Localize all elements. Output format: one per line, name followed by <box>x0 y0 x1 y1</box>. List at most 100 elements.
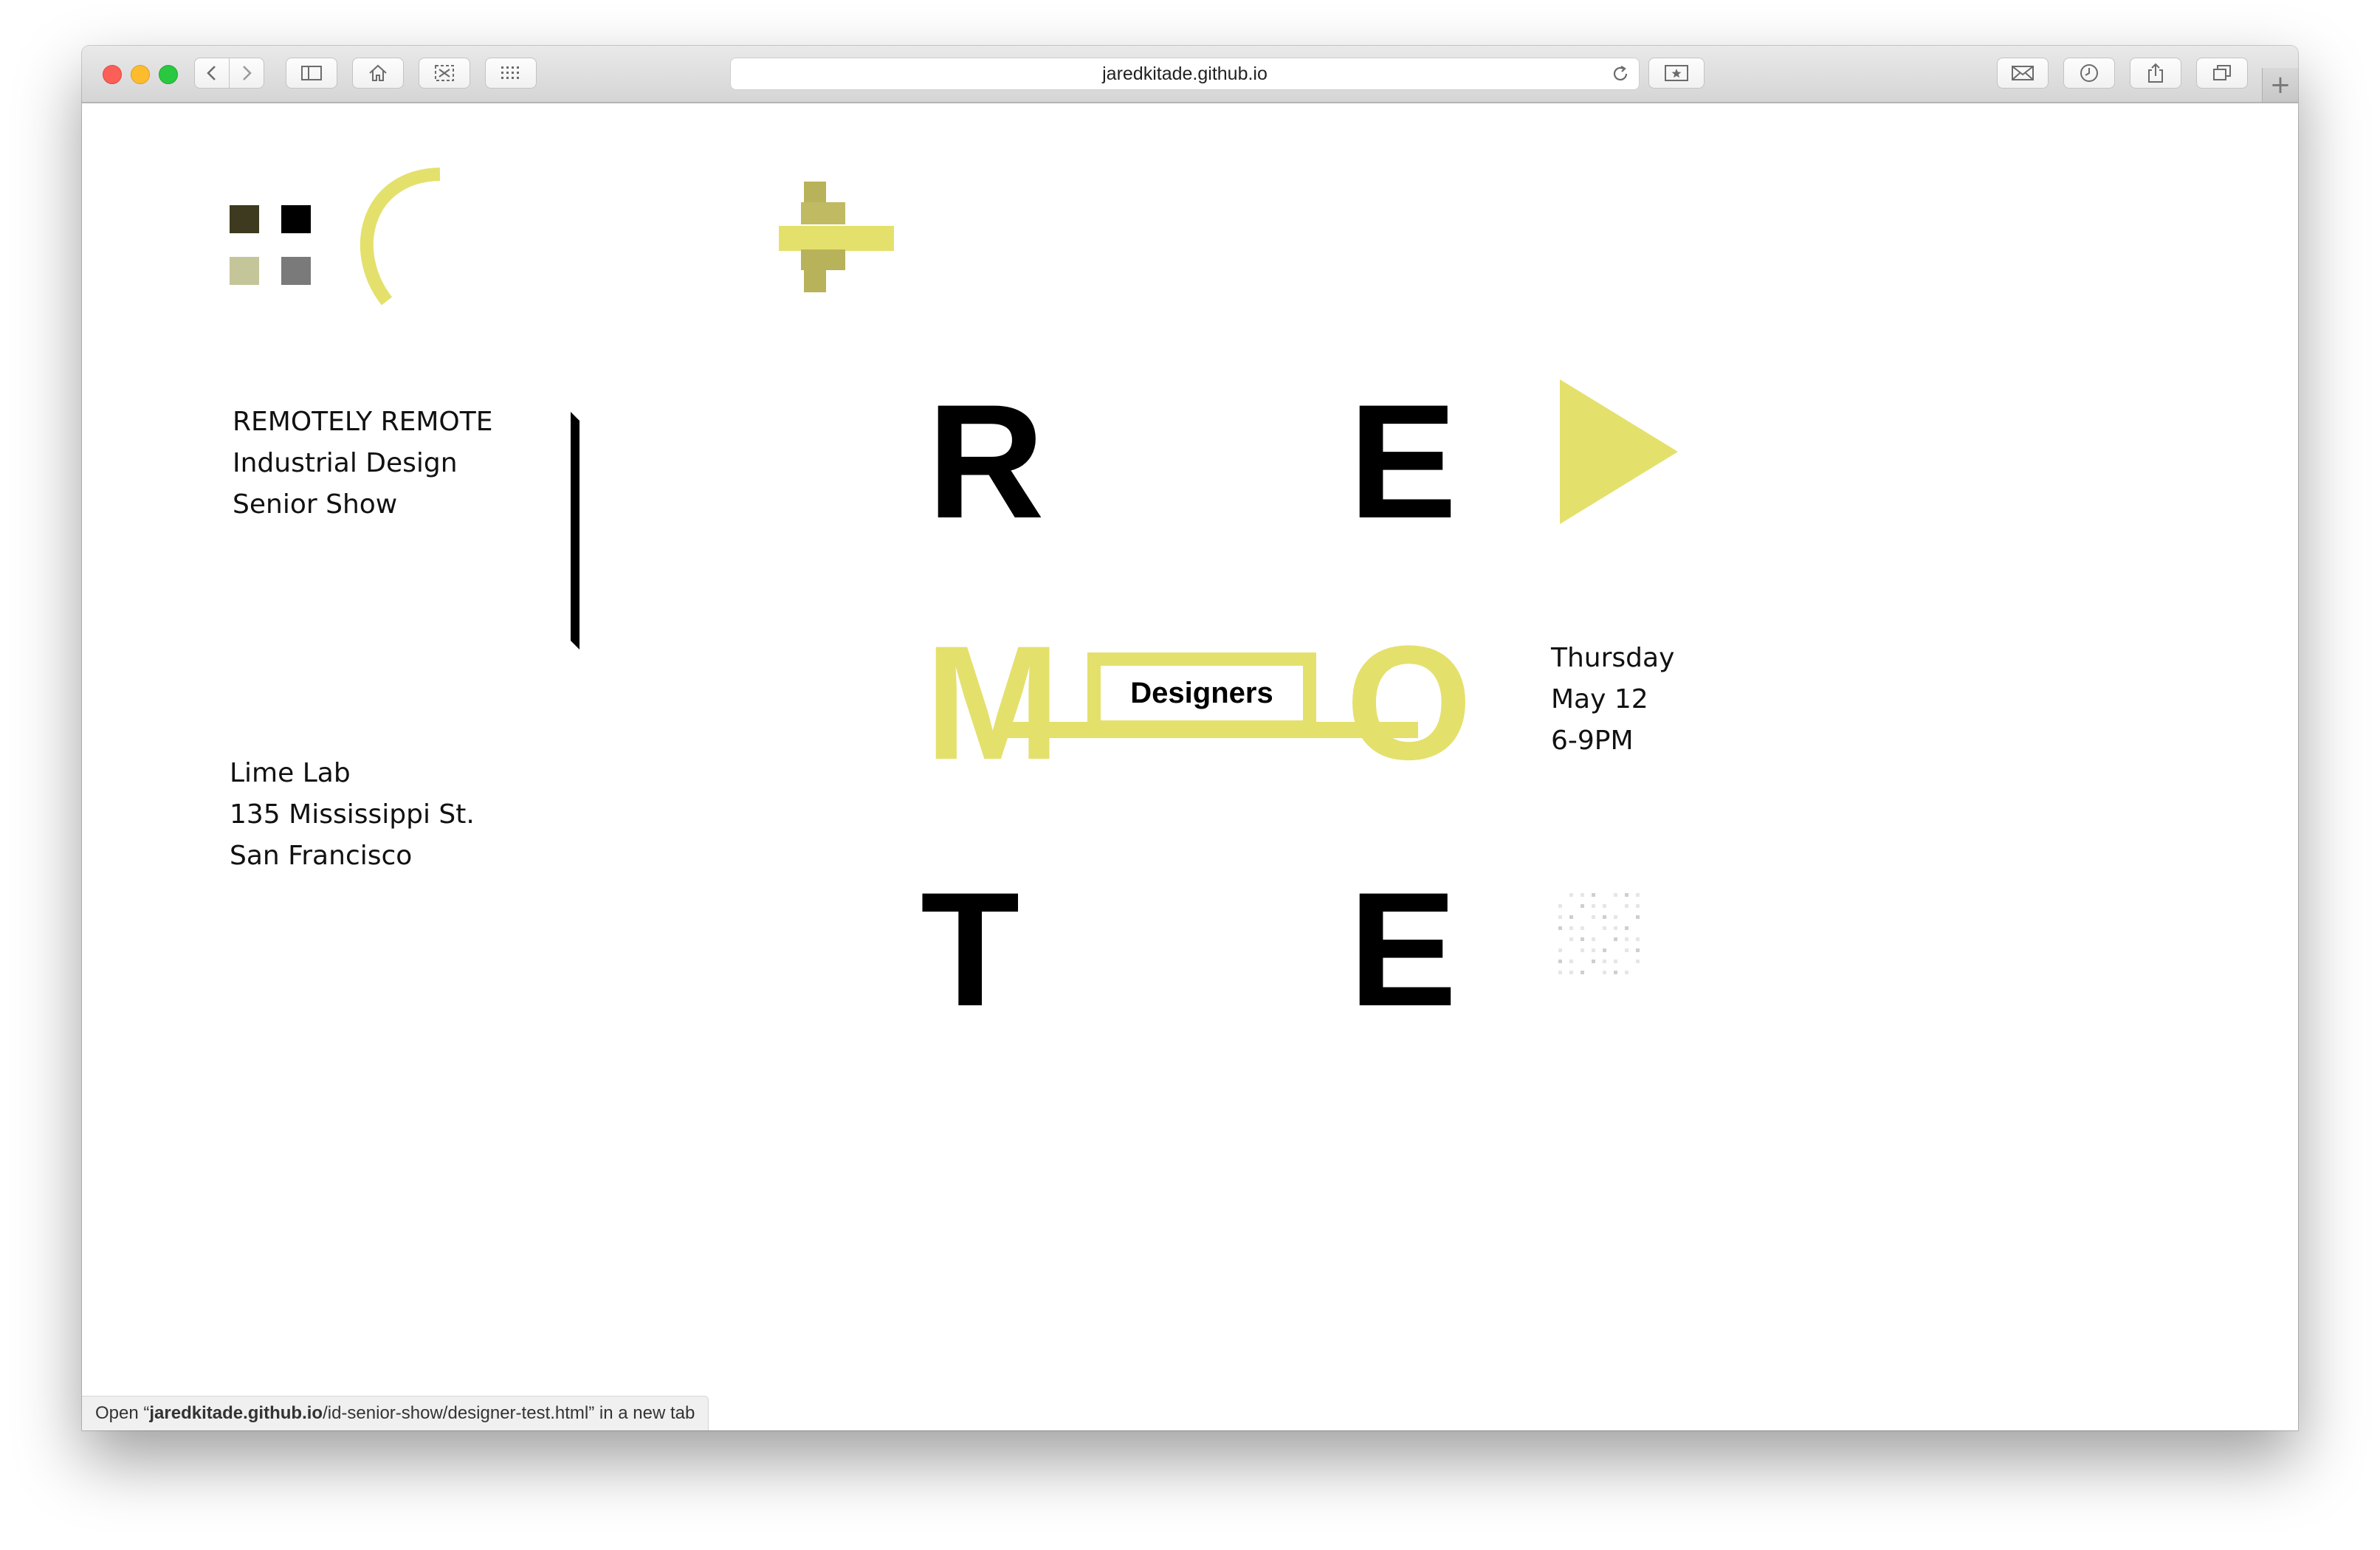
designers-link[interactable]: Designers <box>1087 652 1316 734</box>
pattern-dot <box>1625 926 1628 930</box>
home-button[interactable] <box>352 58 404 89</box>
pattern-dot <box>1614 926 1617 930</box>
mail-button[interactable] <box>1997 58 2049 89</box>
tabs-icon <box>2213 65 2231 80</box>
pattern-dot <box>1592 948 1595 952</box>
clip-icon <box>435 65 454 81</box>
web-page: REMOTELY REMOTE Industrial Design Senior… <box>82 103 2298 1430</box>
pattern-dot <box>1592 915 1595 919</box>
pattern-dot <box>1625 904 1628 908</box>
logo-squares-icon <box>230 205 311 285</box>
pattern-dot <box>1569 937 1573 941</box>
letter-r: R <box>927 371 1045 552</box>
reload-button[interactable] <box>1609 63 1631 85</box>
yellow-arc-shape <box>360 168 441 306</box>
pattern-dot <box>1636 948 1640 952</box>
pattern-dot <box>1625 948 1628 952</box>
share-button[interactable] <box>2130 58 2181 89</box>
pattern-dot <box>1603 926 1606 930</box>
pattern-dot <box>1614 893 1617 897</box>
pattern-dot <box>1569 971 1573 974</box>
history-button[interactable] <box>2063 58 2115 89</box>
browser-toolbar: jaredkitade.github.io + <box>82 46 2298 103</box>
pattern-dot <box>1592 960 1595 963</box>
bookmark-star-icon <box>1665 65 1688 81</box>
event-day: Thursday <box>1551 643 1675 673</box>
venue-block: Lime Lab 135 Mississippi St. San Francis… <box>230 753 475 877</box>
pattern-dot <box>1569 926 1573 930</box>
pattern-dot <box>1569 915 1573 919</box>
mail-icon <box>2012 66 2034 80</box>
new-tab-plus-icon: + <box>2269 70 2291 100</box>
pattern-dot <box>1603 904 1606 908</box>
letter-t: T <box>921 858 1020 1040</box>
close-window-button[interactable] <box>103 65 122 84</box>
pattern-dot <box>1614 971 1617 974</box>
top-sites-button[interactable] <box>485 58 537 89</box>
pattern-dot <box>1636 904 1640 908</box>
venue-city: San Francisco <box>230 841 413 871</box>
back-button[interactable] <box>194 58 230 89</box>
bookmark-button[interactable] <box>1648 58 1705 89</box>
status-suffix: ” in a new tab <box>588 1403 695 1423</box>
pattern-dot <box>1558 948 1562 952</box>
pattern-dot <box>1569 960 1573 963</box>
olive-cross-shape <box>779 182 894 292</box>
reload-icon <box>1613 66 1628 80</box>
letter-m: M <box>925 612 1061 793</box>
event-time: 6-9PM <box>1551 726 1634 756</box>
pattern-dot <box>1558 915 1562 919</box>
pattern-dot <box>1636 915 1640 919</box>
address-bar-url: jaredkitade.github.io <box>1102 63 1268 84</box>
black-vertical-bar <box>571 412 579 650</box>
pattern-dot <box>1592 937 1595 941</box>
new-tab-button[interactable]: + <box>2262 68 2298 102</box>
pattern-dot <box>1603 960 1606 963</box>
pattern-dot <box>1592 893 1595 897</box>
status-prefix: Open “ <box>95 1403 150 1423</box>
grid-icon <box>501 66 519 79</box>
event-subtitle-line: Industrial Design <box>233 448 458 478</box>
pattern-dot <box>1614 960 1617 963</box>
sidebar-button[interactable] <box>286 58 337 89</box>
pattern-dot <box>1581 926 1584 930</box>
pattern-dot <box>1581 948 1584 952</box>
status-url-path: /id-senior-show/designer-test.html <box>323 1403 589 1423</box>
pattern-dot <box>1558 960 1562 963</box>
back-icon <box>207 66 216 80</box>
letter-e-top: E <box>1349 371 1457 552</box>
pattern-dot <box>1581 937 1584 941</box>
share-icon <box>2148 63 2163 83</box>
browser-window: jaredkitade.github.io + REMOTELY REMOTE … <box>82 46 2298 1430</box>
event-date: May 12 <box>1551 684 1648 714</box>
history-clock-icon <box>2080 64 2098 82</box>
event-datetime-block: Thursday May 12 6-9PM <box>1551 638 1674 762</box>
status-url-host: jaredkitade.github.io <box>149 1403 323 1423</box>
pattern-dot <box>1581 971 1584 974</box>
letter-o: O <box>1346 612 1473 793</box>
pattern-dot <box>1625 893 1628 897</box>
event-title-block: REMOTELY REMOTE Industrial Design Senior… <box>233 402 493 526</box>
pattern-dot <box>1636 893 1640 897</box>
maximize-window-button[interactable] <box>159 65 178 84</box>
minimize-window-button[interactable] <box>131 65 150 84</box>
link-status-bar: Open “jaredkitade.github.io/id-senior-sh… <box>82 1396 709 1430</box>
address-bar[interactable]: jaredkitade.github.io <box>730 58 1640 90</box>
pattern-dot <box>1614 915 1617 919</box>
show-tabs-button[interactable] <box>2196 58 2248 89</box>
forward-icon <box>243 66 252 80</box>
play-triangle-shape <box>1560 379 1678 524</box>
pattern-dot <box>1603 971 1606 974</box>
pattern-dot <box>1581 893 1584 897</box>
pattern-dot <box>1603 915 1606 919</box>
pattern-dot <box>1558 971 1562 974</box>
venue-name: Lime Lab <box>230 758 351 788</box>
pattern-dot <box>1581 904 1584 908</box>
dot-pattern-decoration <box>1558 893 1640 974</box>
clip-button[interactable] <box>419 58 470 89</box>
pattern-dot <box>1636 960 1640 963</box>
pattern-dot <box>1614 937 1617 941</box>
pattern-dot <box>1603 948 1606 952</box>
forward-button[interactable] <box>229 58 264 89</box>
letter-e-bottom: E <box>1349 858 1457 1040</box>
